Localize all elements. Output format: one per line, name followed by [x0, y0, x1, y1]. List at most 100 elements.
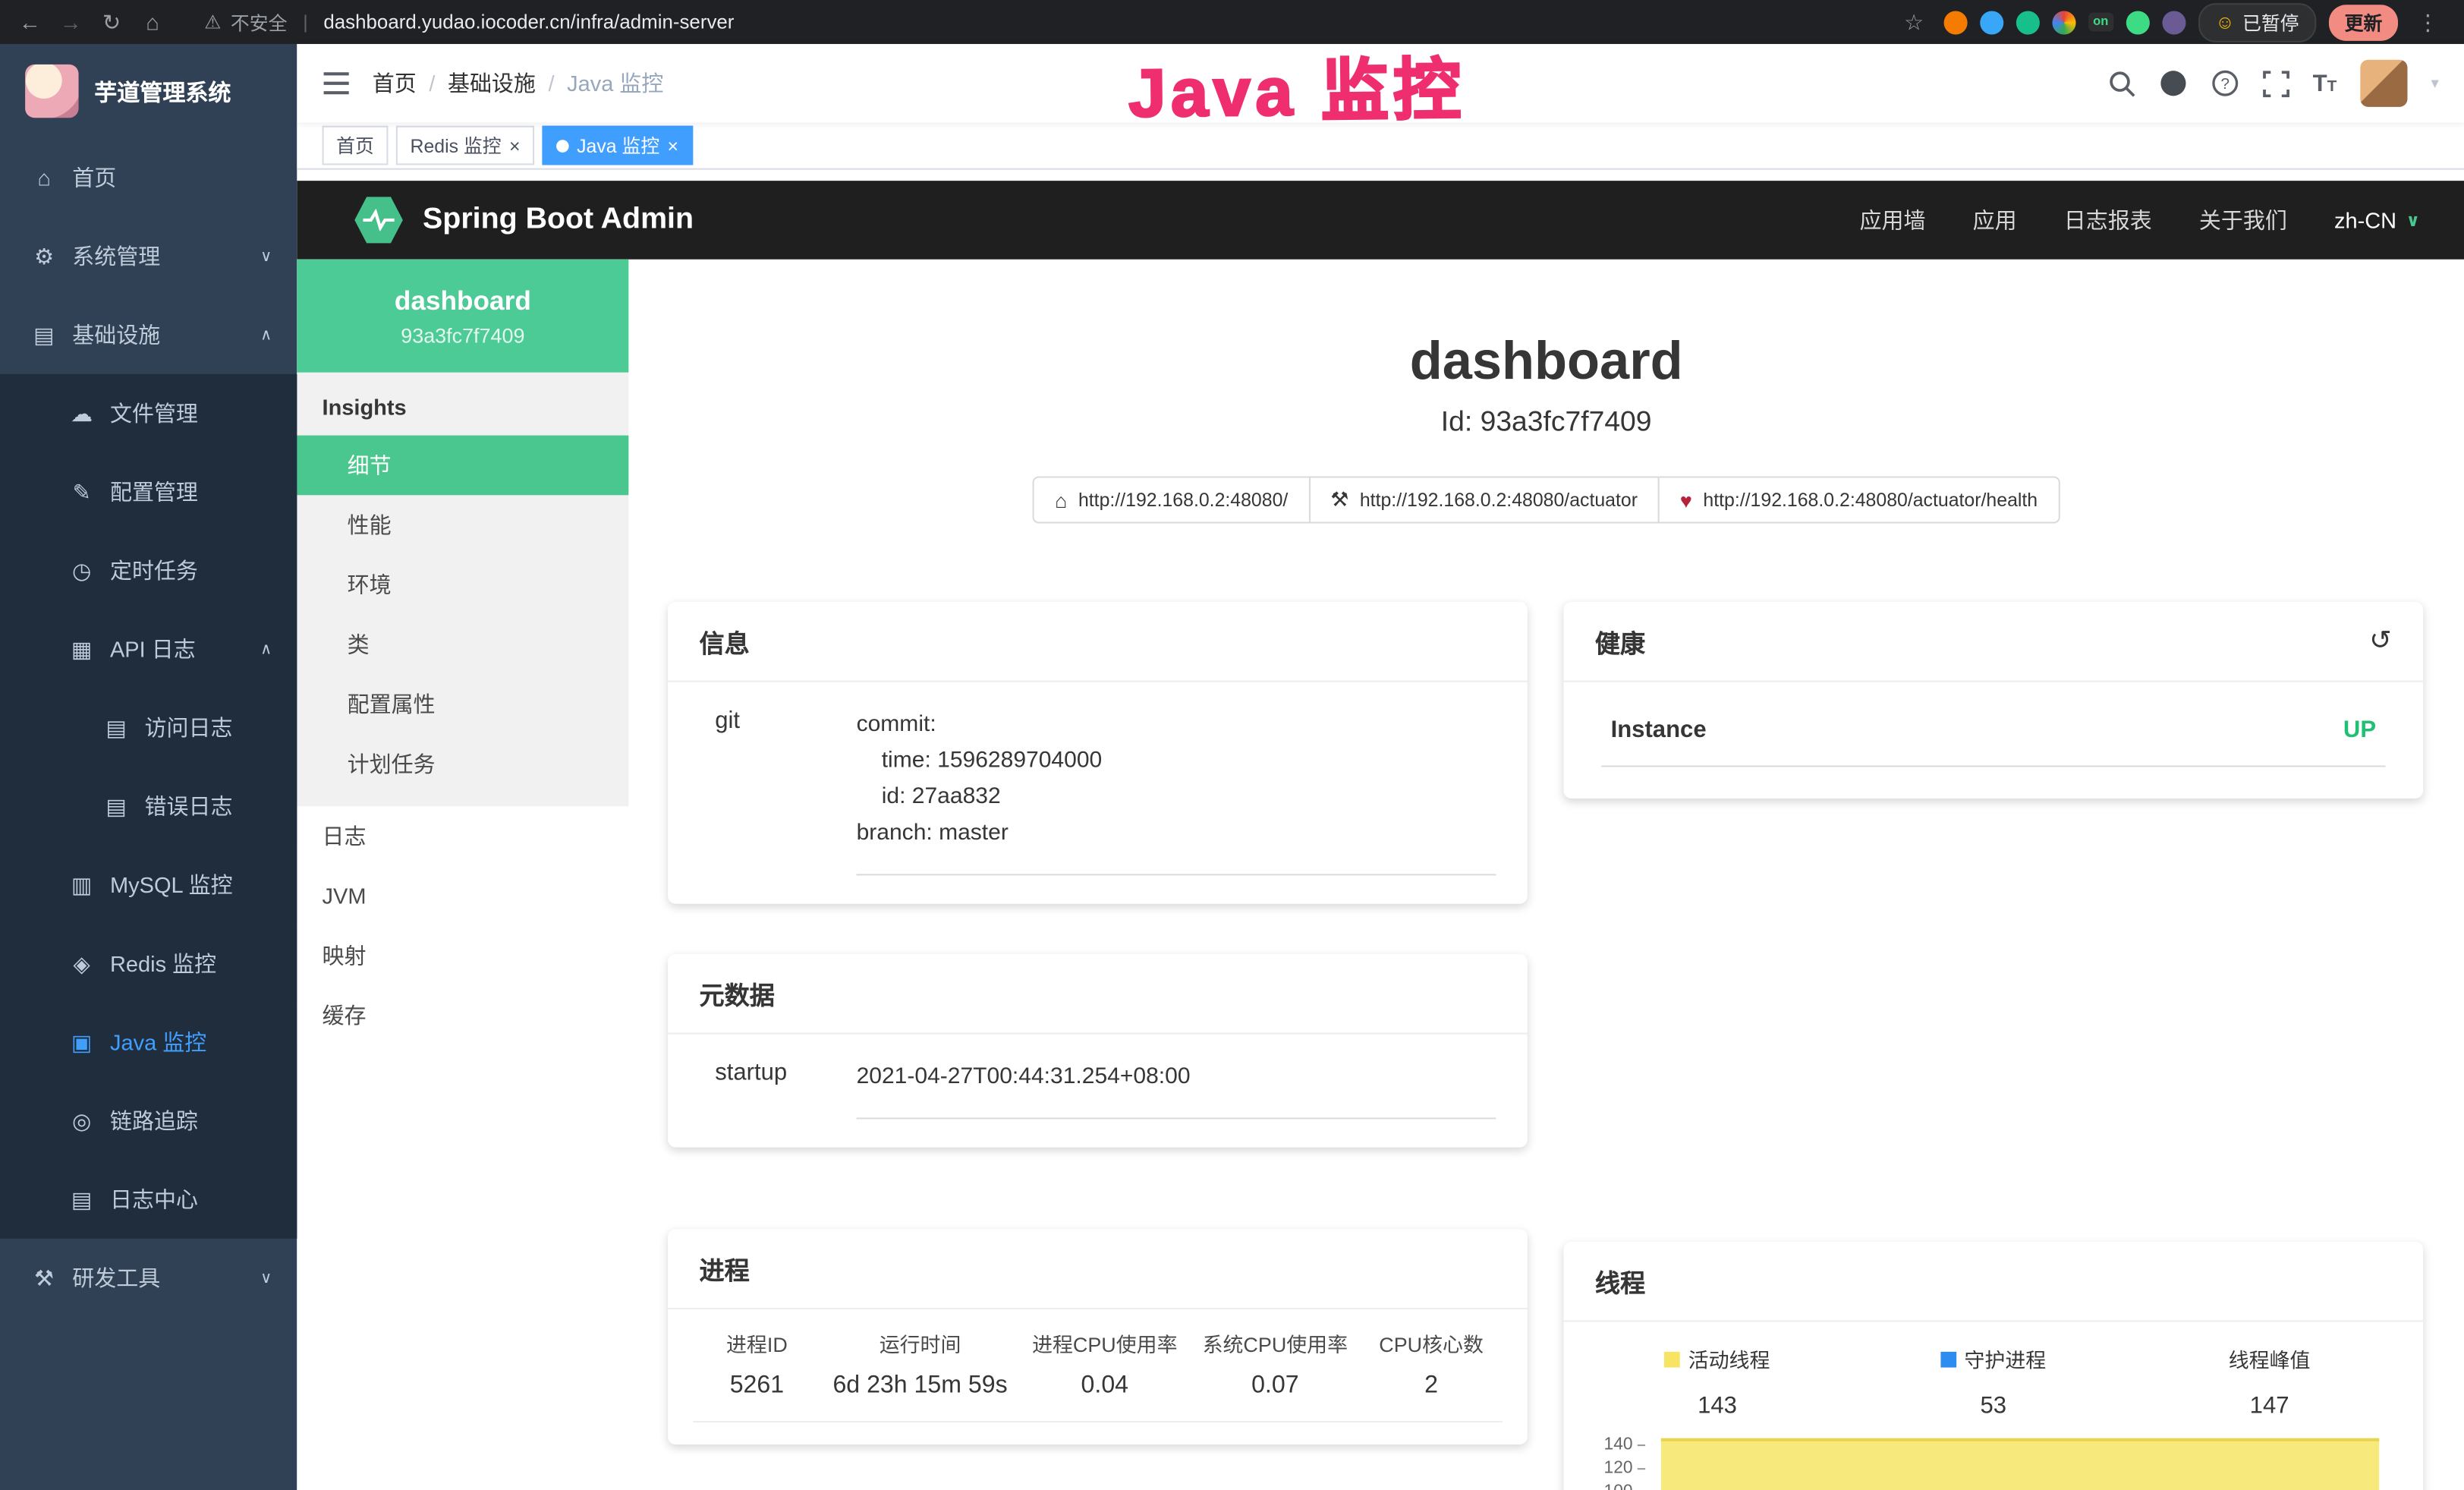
sba-item-metrics[interactable]: 性能 [297, 495, 628, 555]
sidebar-item-home[interactable]: ⌂ 首页 [0, 138, 297, 217]
search-icon[interactable] [2108, 70, 2135, 96]
sidebar-item-file-mgmt[interactable]: ☁ 文件管理 [0, 374, 297, 453]
process-value: 5261 [693, 1372, 820, 1400]
sba-header: Spring Boot Admin 应用墙 应用 日志报表 关于我们 zh-CN… [297, 181, 2464, 260]
sba-item-logs[interactable]: 日志 [297, 806, 628, 866]
sba-nav-about[interactable]: 关于我们 [2199, 204, 2287, 235]
sba-item-details[interactable]: 细节 [297, 436, 628, 496]
sidebar-menu: ⌂ 首页 ⚙ 系统管理 ∨ ▤ 基础设施 ∧ ☁ 文件管理 [0, 138, 297, 1317]
profile-paused-button[interactable]: ☺ 已暂停 [2198, 2, 2316, 42]
breadcrumb-current: Java 监控 [567, 68, 663, 99]
sba-item-mappings[interactable]: 映射 [297, 926, 628, 986]
hamburger-icon[interactable] [323, 71, 351, 96]
sba-locale-label: zh-CN [2334, 207, 2396, 232]
extension-icon[interactable] [2126, 10, 2149, 33]
sidebar-item-infrastructure[interactable]: ▤ 基础设施 ∧ [0, 295, 297, 374]
sidebar-item-access-logs[interactable]: ▤ 访问日志 [0, 688, 297, 767]
sba-item-caches[interactable]: 缓存 [297, 985, 628, 1045]
sidebar-item-label: 系统管理 [72, 241, 160, 272]
extension-icon[interactable] [2052, 10, 2075, 33]
breadcrumb-home[interactable]: 首页 [373, 68, 417, 99]
sba-item-jvm[interactable]: JVM [297, 866, 628, 926]
edit-icon: ✎ [69, 479, 94, 506]
screen: ← → ↻ ⌂ ⚠ 不安全 | dashboard.yudao.iocoder.… [0, 0, 2464, 1490]
sidebar-item-mysql-monitor[interactable]: ▥ MySQL 监控 [0, 846, 297, 925]
tab-java-monitor[interactable]: Java 监控 × [543, 126, 693, 165]
sidebar-item-config-mgmt[interactable]: ✎ 配置管理 [0, 452, 297, 531]
sidebar-item-java-monitor[interactable]: ▣ Java 监控 [0, 1003, 297, 1082]
legend-label: 线程峰值 [2229, 1344, 2311, 1374]
svg-text:?: ? [2220, 75, 2230, 93]
history-icon[interactable]: ↺ [2369, 625, 2392, 657]
process-col-header: CPU核心数 [1361, 1328, 1503, 1358]
startup-value: 2021-04-27T00:44:31.254+08:00 [857, 1060, 1496, 1096]
health-card: 健康 ↺ Instance UP [1563, 602, 2423, 799]
browser-menu-dots-icon[interactable]: ⋮ [2411, 8, 2446, 35]
url-text[interactable]: dashboard.yudao.iocoder.cn/infra/admin-s… [323, 11, 734, 33]
extension-on-badge[interactable]: on [2088, 13, 2113, 32]
sidebar-item-error-logs[interactable]: ▤ 错误日志 [0, 767, 297, 846]
sba-instance-block[interactable]: dashboard 93a3fc7f7409 [297, 260, 628, 373]
app-title: 芋道管理系统 [94, 74, 231, 107]
forward-icon[interactable]: → [53, 9, 88, 34]
git-id-line: id: 27aa832 [882, 780, 1496, 816]
health-url-button[interactable]: ♥ http://192.168.0.2:48080/actuator/heal… [1658, 476, 2060, 523]
user-avatar[interactable] [2360, 60, 2407, 107]
help-icon[interactable]: ? [2211, 69, 2239, 97]
card-title: 进程 [668, 1229, 1528, 1309]
sba-locale-select[interactable]: zh-CN ∨ [2334, 207, 2420, 232]
back-icon[interactable]: ← [13, 9, 48, 34]
y-axis-tick: 100 [1579, 1482, 1645, 1490]
actuator-url-button[interactable]: ⚒ http://192.168.0.2:48080/actuator [1308, 476, 1660, 523]
tab-label: Java 监控 [577, 132, 659, 159]
chevron-down-icon: ∨ [260, 247, 272, 265]
sba-item-scheduled-tasks[interactable]: 计划任务 [297, 734, 628, 794]
app-logo-row: 芋道管理系统 [0, 44, 297, 138]
sidebar-item-system-mgmt[interactable]: ⚙ 系统管理 ∨ [0, 217, 297, 296]
sidebar-item-link-trace[interactable]: ◎ 链路追踪 [0, 1082, 297, 1161]
reload-icon[interactable]: ↻ [94, 8, 129, 35]
sba-item-config-props[interactable]: 配置属性 [297, 674, 628, 734]
sidebar-item-api-logs[interactable]: ▦ API 日志 ∧ [0, 610, 297, 688]
sba-nav: 应用墙 应用 日志报表 关于我们 zh-CN ∨ [1860, 204, 2420, 235]
legend-value: 143 [1579, 1392, 1855, 1419]
avatar-caret-icon[interactable]: ▾ [2431, 74, 2438, 92]
close-icon[interactable]: × [668, 136, 679, 155]
bookmark-star-icon[interactable]: ☆ [1896, 8, 1931, 35]
tab-redis-monitor[interactable]: Redis 监控 × [396, 126, 534, 165]
sba-nav-applications[interactable]: 应用 [1973, 204, 2017, 235]
extension-icon[interactable] [1980, 10, 2003, 33]
sidebar-item-scheduled-tasks[interactable]: ◷ 定时任务 [0, 531, 297, 610]
extension-icon[interactable] [2162, 10, 2186, 33]
process-col-header: 进程ID [693, 1328, 820, 1358]
update-browser-button[interactable]: 更新 [2329, 4, 2398, 40]
home-icon: ⌂ [31, 165, 56, 190]
sba-item-environment[interactable]: 环境 [297, 555, 628, 615]
sba-item-classes[interactable]: 类 [297, 615, 628, 675]
font-size-icon[interactable]: TT [2313, 70, 2337, 96]
tab-home[interactable]: 首页 [323, 126, 389, 165]
process-col-header: 运行时间 [821, 1328, 1020, 1358]
chevron-up-icon: ∧ [260, 641, 272, 658]
browser-home-icon[interactable]: ⌂ [135, 9, 170, 34]
sidebar-item-log-center[interactable]: ▤ 日志中心 [0, 1160, 297, 1239]
fullscreen-icon[interactable] [2262, 70, 2289, 96]
gear-icon: ⚙ [31, 243, 56, 269]
health-instance-label: Instance [1611, 717, 1707, 743]
security-label[interactable]: 不安全 [231, 8, 288, 35]
sba-nav-journal[interactable]: 日志报表 [2064, 204, 2152, 235]
instance-title: dashboard [628, 332, 2464, 393]
sba-instance-name: dashboard [395, 285, 531, 317]
breadcrumb-infrastructure[interactable]: 基础设施 [448, 68, 536, 99]
extension-icon[interactable] [2016, 10, 2040, 33]
address-divider: | [303, 11, 307, 33]
sba-nav-wallboard[interactable]: 应用墙 [1860, 204, 1926, 235]
address-bar[interactable]: ⚠ 不安全 | dashboard.yudao.iocoder.cn/infra… [204, 8, 1890, 35]
service-url-button[interactable]: ⌂ http://192.168.0.2:48080/ [1033, 476, 1310, 523]
extension-icon[interactable] [1943, 10, 1967, 33]
sidebar-item-label: 文件管理 [110, 398, 198, 429]
sidebar-item-dev-tools[interactable]: ⚒ 研发工具 ∨ [0, 1239, 297, 1318]
sidebar-item-redis-monitor[interactable]: ◈ Redis 监控 [0, 925, 297, 1003]
github-icon[interactable] [2159, 69, 2187, 97]
close-icon[interactable]: × [509, 136, 521, 155]
